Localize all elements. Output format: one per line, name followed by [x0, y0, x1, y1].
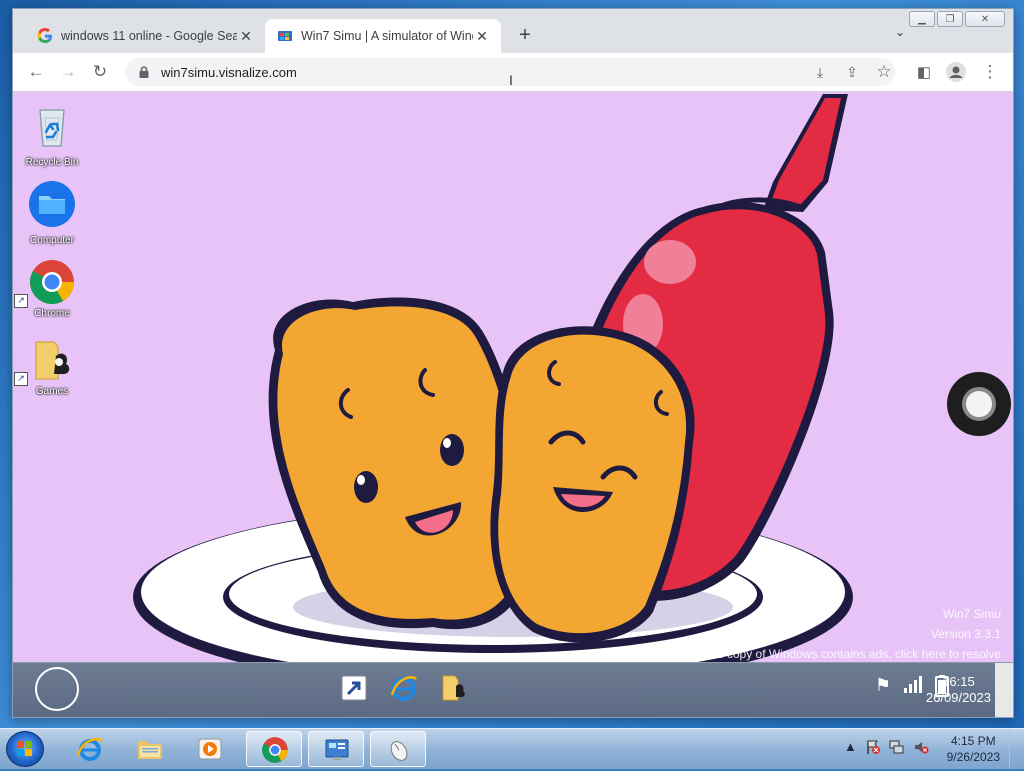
tab-title: Win7 Simu | A simulator of Windo	[301, 29, 473, 43]
internet-explorer-icon[interactable]	[389, 673, 419, 703]
watermark-product: Win7 Simu	[942, 607, 1001, 621]
folder-icon	[29, 181, 75, 227]
network-icon[interactable]	[889, 739, 905, 758]
desktop-icon-computer[interactable]: Computer	[21, 180, 83, 246]
sim-scrollbar[interactable]	[995, 663, 1013, 717]
watermark-version: Version 3.3.1	[930, 627, 1001, 641]
new-tab-button[interactable]: +	[513, 23, 537, 47]
signal-icon[interactable]	[903, 675, 923, 702]
desktop-icon-label: Recycle Bin	[25, 157, 79, 168]
share-icon[interactable]: ⇪	[841, 61, 863, 83]
show-desktop-button[interactable]	[1009, 729, 1024, 769]
profile-avatar-icon[interactable]	[945, 61, 967, 83]
taskbar-windows-explorer[interactable]	[122, 731, 178, 767]
flag-icon[interactable]: ⚑	[875, 675, 891, 702]
desktop-icon-label: Chrome	[34, 308, 70, 319]
win7simu-icon	[278, 31, 292, 41]
sim-clock-date: 26/09/2023	[925, 690, 991, 705]
taskbar-control-panel[interactable]	[308, 731, 364, 767]
watermark-notice[interactable]: This copy of Windows contains ads, click…	[701, 644, 1001, 664]
install-app-icon[interactable]: ⤓	[809, 61, 831, 83]
forward-arrow-icon[interactable]: →	[57, 61, 79, 83]
tab-search-chevron-icon[interactable]: ⌄	[895, 25, 905, 39]
bookmark-star-icon[interactable]: ☆	[873, 61, 895, 83]
sim-clock[interactable]: 16:15 26/09/2023	[926, 674, 991, 706]
desktop-icon-chrome[interactable]: ↗ Chrome	[14, 258, 83, 319]
control-panel-icon	[325, 739, 349, 760]
recycle-bin-icon	[39, 109, 65, 147]
desktop-icon-label: Games	[35, 386, 69, 397]
win7-simulator-viewport[interactable]: Recycle Bin Computer ↗ Chrome ↗ Games Wi…	[13, 92, 1013, 717]
tab-google-search[interactable]: windows 11 online - Google Sear ✕	[25, 19, 265, 53]
shortcut-arrow-icon: ↗	[14, 294, 28, 308]
desktop-icon-recycle-bin[interactable]: Recycle Bin	[21, 102, 83, 168]
taskbar-mouse-app[interactable]	[370, 731, 426, 767]
host-taskbar: ▲ 4:15 PM 9/26/2023	[0, 728, 1024, 769]
floating-action-button[interactable]	[947, 372, 1011, 436]
sim-clock-time: 16:15	[942, 674, 975, 689]
tab-win7simu[interactable]: Win7 Simu | A simulator of Windo ✕	[265, 19, 501, 53]
google-g-icon	[37, 28, 52, 43]
shortcut-app-icon[interactable]	[339, 673, 369, 703]
desktop-icon-label: Computer	[30, 235, 74, 246]
show-hidden-icons-icon[interactable]: ▲	[844, 739, 857, 758]
close-tab-icon[interactable]: ✕	[473, 28, 491, 45]
activation-watermark[interactable]: Win7 Simu Version 3.3.1 This copy of Win…	[701, 604, 1001, 664]
tab-strip: windows 11 online - Google Sear ✕ Win7 S…	[13, 19, 1013, 53]
desktop-icon-games[interactable]: ↗ Games	[14, 336, 83, 397]
internet-explorer-icon	[76, 738, 103, 761]
url-text: win7simu.visnalize.com	[161, 64, 297, 80]
chrome-icon: ↗	[14, 258, 76, 308]
browser-window: ▁ ❐ ✕ windows 11 online - Google Sear ✕ …	[12, 8, 1014, 718]
taskbar-media-player[interactable]	[182, 731, 238, 767]
more-menu-icon[interactable]: ⋮	[979, 61, 1001, 83]
games-icon: ↗	[14, 336, 76, 386]
tab-title: windows 11 online - Google Sear	[61, 29, 237, 43]
sim-taskbar: ⚑ 16:15 26/09/2023	[13, 662, 1013, 717]
shortcut-arrow-icon: ↗	[14, 372, 28, 386]
circle-icon	[962, 387, 996, 421]
host-clock-time: 4:15 PM	[950, 734, 996, 748]
host-system-tray: ▲	[844, 739, 929, 758]
taskbar-chrome[interactable]	[246, 731, 302, 767]
games-icon[interactable]	[439, 673, 469, 703]
action-center-flag-icon[interactable]	[865, 739, 881, 758]
mouse-icon	[390, 741, 408, 761]
back-arrow-icon[interactable]: ←	[25, 61, 47, 83]
sim-start-button[interactable]	[35, 667, 79, 711]
text-cursor-icon: I	[509, 72, 513, 88]
folder-icon	[138, 741, 162, 759]
reload-icon[interactable]: ↻	[89, 61, 111, 83]
volume-muted-icon[interactable]	[913, 739, 929, 758]
lock-icon	[139, 66, 149, 78]
taskbar-internet-explorer[interactable]	[62, 731, 118, 767]
chrome-icon	[262, 737, 288, 763]
side-panel-icon[interactable]: ◧	[913, 61, 935, 83]
host-clock-date: 9/26/2023	[946, 750, 1000, 764]
windows-start-orb-icon[interactable]	[6, 731, 44, 767]
media-player-icon	[198, 738, 222, 760]
close-tab-icon[interactable]: ✕	[237, 28, 255, 45]
browser-toolbar: ← → ↻ win7simu.visnalize.com ⤓ ⇪ ☆ ◧ ⋮	[13, 53, 1013, 92]
host-clock[interactable]: 4:15 PM 9/26/2023	[947, 733, 1000, 765]
